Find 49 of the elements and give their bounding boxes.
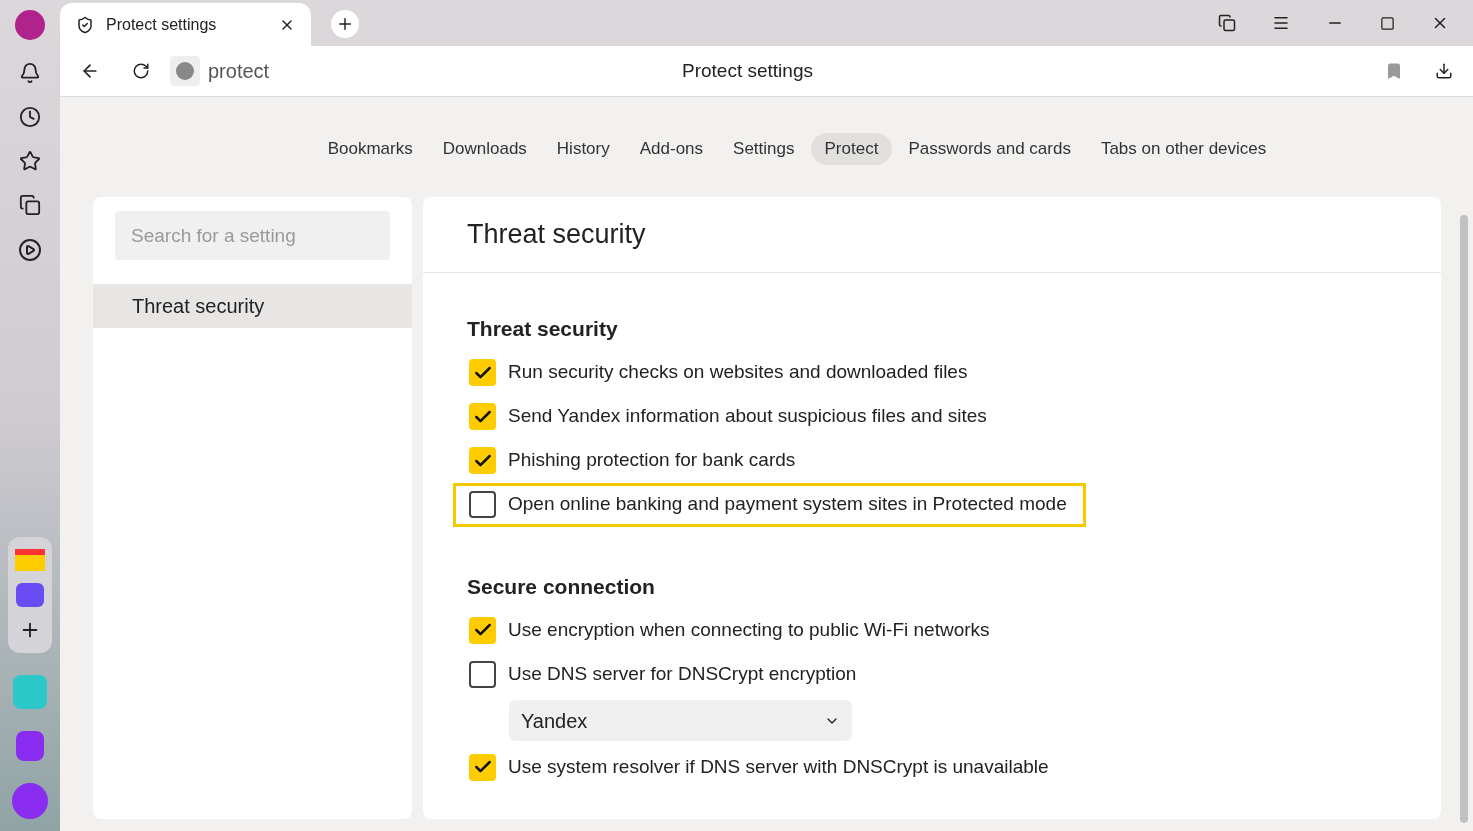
tabs-icon[interactable]: [1218, 14, 1236, 32]
checkbox-label: Use system resolver if DNS server with DNSCrypt is unavailable: [508, 754, 1049, 779]
play-icon[interactable]: [18, 238, 42, 262]
checkbox-label: Phishing protection for bank cards: [508, 448, 796, 473]
nav-tab[interactable]: Protect: [810, 133, 893, 165]
checkbox[interactable]: [469, 660, 496, 688]
checkbox[interactable]: [469, 447, 496, 474]
nav-tab[interactable]: Settings: [719, 133, 809, 165]
download-icon[interactable]: [1435, 62, 1453, 80]
avatar-icon[interactable]: [15, 10, 45, 40]
checkbox-label: Run security checks on websites and downloaded files: [508, 360, 968, 385]
checkbox[interactable]: [469, 616, 496, 644]
checkbox-label: Use encryption when connecting to public Wi-Fi networks: [508, 617, 990, 642]
star-icon[interactable]: [19, 150, 41, 172]
checkbox[interactable]: [469, 491, 496, 518]
checkbox-label: Open online banking and payment system sites in Protected mode: [508, 492, 1067, 517]
collections-icon[interactable]: [19, 194, 41, 216]
notifications-icon[interactable]: [19, 62, 41, 84]
panel-title: Threat security: [467, 218, 646, 252]
nav-tab[interactable]: Tabs on other devices: [1086, 133, 1281, 165]
sidebar-item[interactable]: Threat security: [93, 284, 412, 328]
nav-tab[interactable]: Add-ons: [625, 133, 718, 165]
tab-title: Protect settings: [106, 14, 218, 35]
checkbox-label: Send Yandex information about suspicious files and sites: [508, 404, 987, 429]
checkbox[interactable]: [469, 359, 496, 386]
app-icon[interactable]: [16, 583, 44, 607]
section-heading: Threat security: [467, 316, 619, 342]
plus-icon: [336, 15, 354, 33]
address-field[interactable]: protect: [208, 56, 270, 86]
nav-tab[interactable]: Downloads: [428, 133, 541, 165]
reload-icon[interactable]: [132, 62, 150, 80]
menu-icon[interactable]: [1272, 14, 1290, 32]
dns-server-select[interactable]: Yandex: [509, 700, 852, 741]
bookmark-icon[interactable]: [1385, 62, 1403, 80]
site-icon: [170, 56, 200, 86]
shield-icon: [76, 15, 94, 34]
page-title: Protect settings: [682, 58, 814, 83]
history-icon[interactable]: [19, 106, 41, 128]
nav-tab[interactable]: History: [542, 133, 624, 165]
checkbox[interactable]: [469, 753, 496, 781]
nav-tab[interactable]: Passwords and cards: [894, 133, 1085, 165]
checkbox[interactable]: [469, 403, 496, 430]
search-field[interactable]: Search for a setting: [115, 211, 390, 260]
browser-tab[interactable]: Protect settings: [60, 3, 311, 46]
section-heading: Secure connection: [467, 573, 656, 600]
new-tab-button[interactable]: [331, 10, 359, 38]
maximize-icon[interactable]: [1380, 15, 1395, 31]
checkbox-label: Use DNS server for DNSCrypt encryption: [508, 661, 857, 686]
nav-tab[interactable]: Bookmarks: [313, 133, 427, 165]
